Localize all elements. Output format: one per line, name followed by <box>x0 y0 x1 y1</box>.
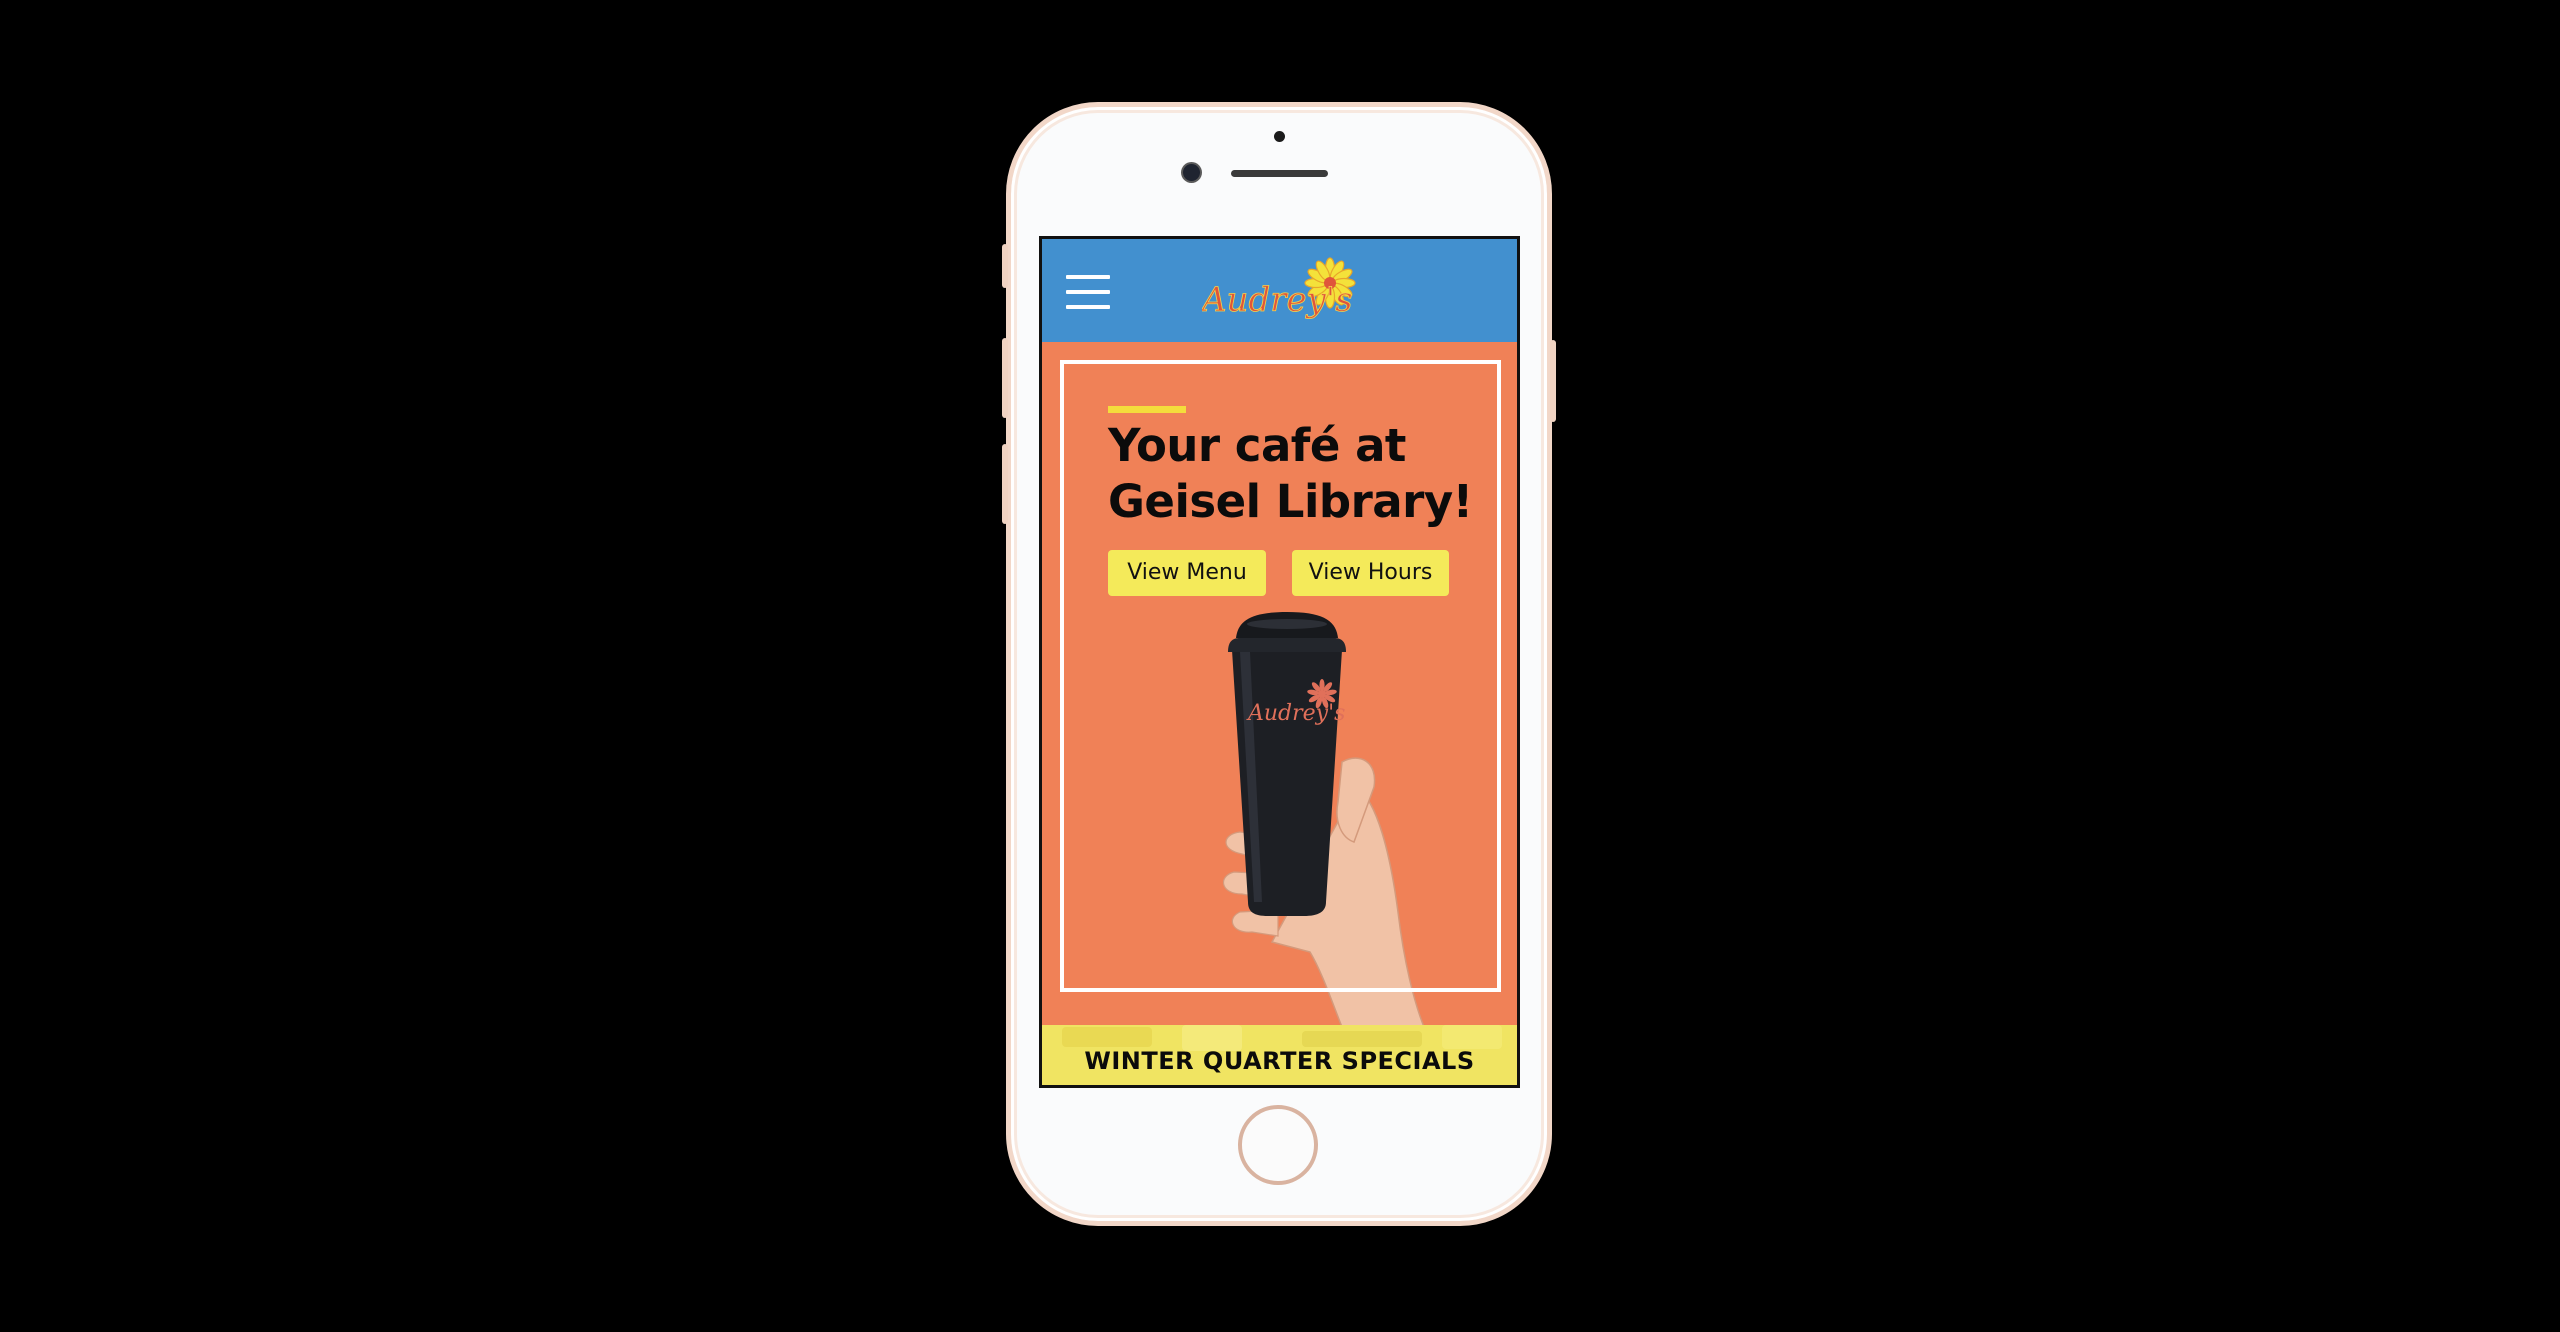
view-menu-button[interactable]: View Menu <box>1108 550 1266 596</box>
phone-volume-down <box>1002 444 1008 524</box>
headline-accent-bar <box>1108 406 1186 413</box>
logo-text: Audrey's <box>1202 280 1353 320</box>
hamburger-icon[interactable] <box>1066 275 1110 309</box>
phone-power-button <box>1550 340 1556 422</box>
phone-mute-switch <box>1002 244 1008 288</box>
proximity-sensor <box>1274 131 1285 142</box>
hero-headline: Your café at Geisel Library! <box>1108 418 1508 530</box>
specials-title: WINTER QUARTER SPECIALS <box>1084 1047 1475 1075</box>
headline-line-1: Your café at <box>1108 419 1406 472</box>
view-hours-button[interactable]: View Hours <box>1292 550 1449 596</box>
earpiece-speaker <box>1231 170 1328 177</box>
specials-section: WINTER QUARTER SPECIALS <box>1042 1025 1517 1085</box>
headline-line-2: Geisel Library! <box>1108 475 1473 528</box>
home-button[interactable] <box>1238 1105 1318 1185</box>
phone-volume-up <box>1002 338 1008 418</box>
phone-screen: Audrey's Audrey's Your café at Geisel Li… <box>1039 236 1520 1088</box>
navbar: Audrey's <box>1042 239 1517 342</box>
hero-section: Audrey's Your café at Geisel Library! Vi… <box>1042 342 1517 1027</box>
logo[interactable]: Audrey's <box>1202 249 1362 329</box>
front-camera-icon <box>1183 164 1200 181</box>
